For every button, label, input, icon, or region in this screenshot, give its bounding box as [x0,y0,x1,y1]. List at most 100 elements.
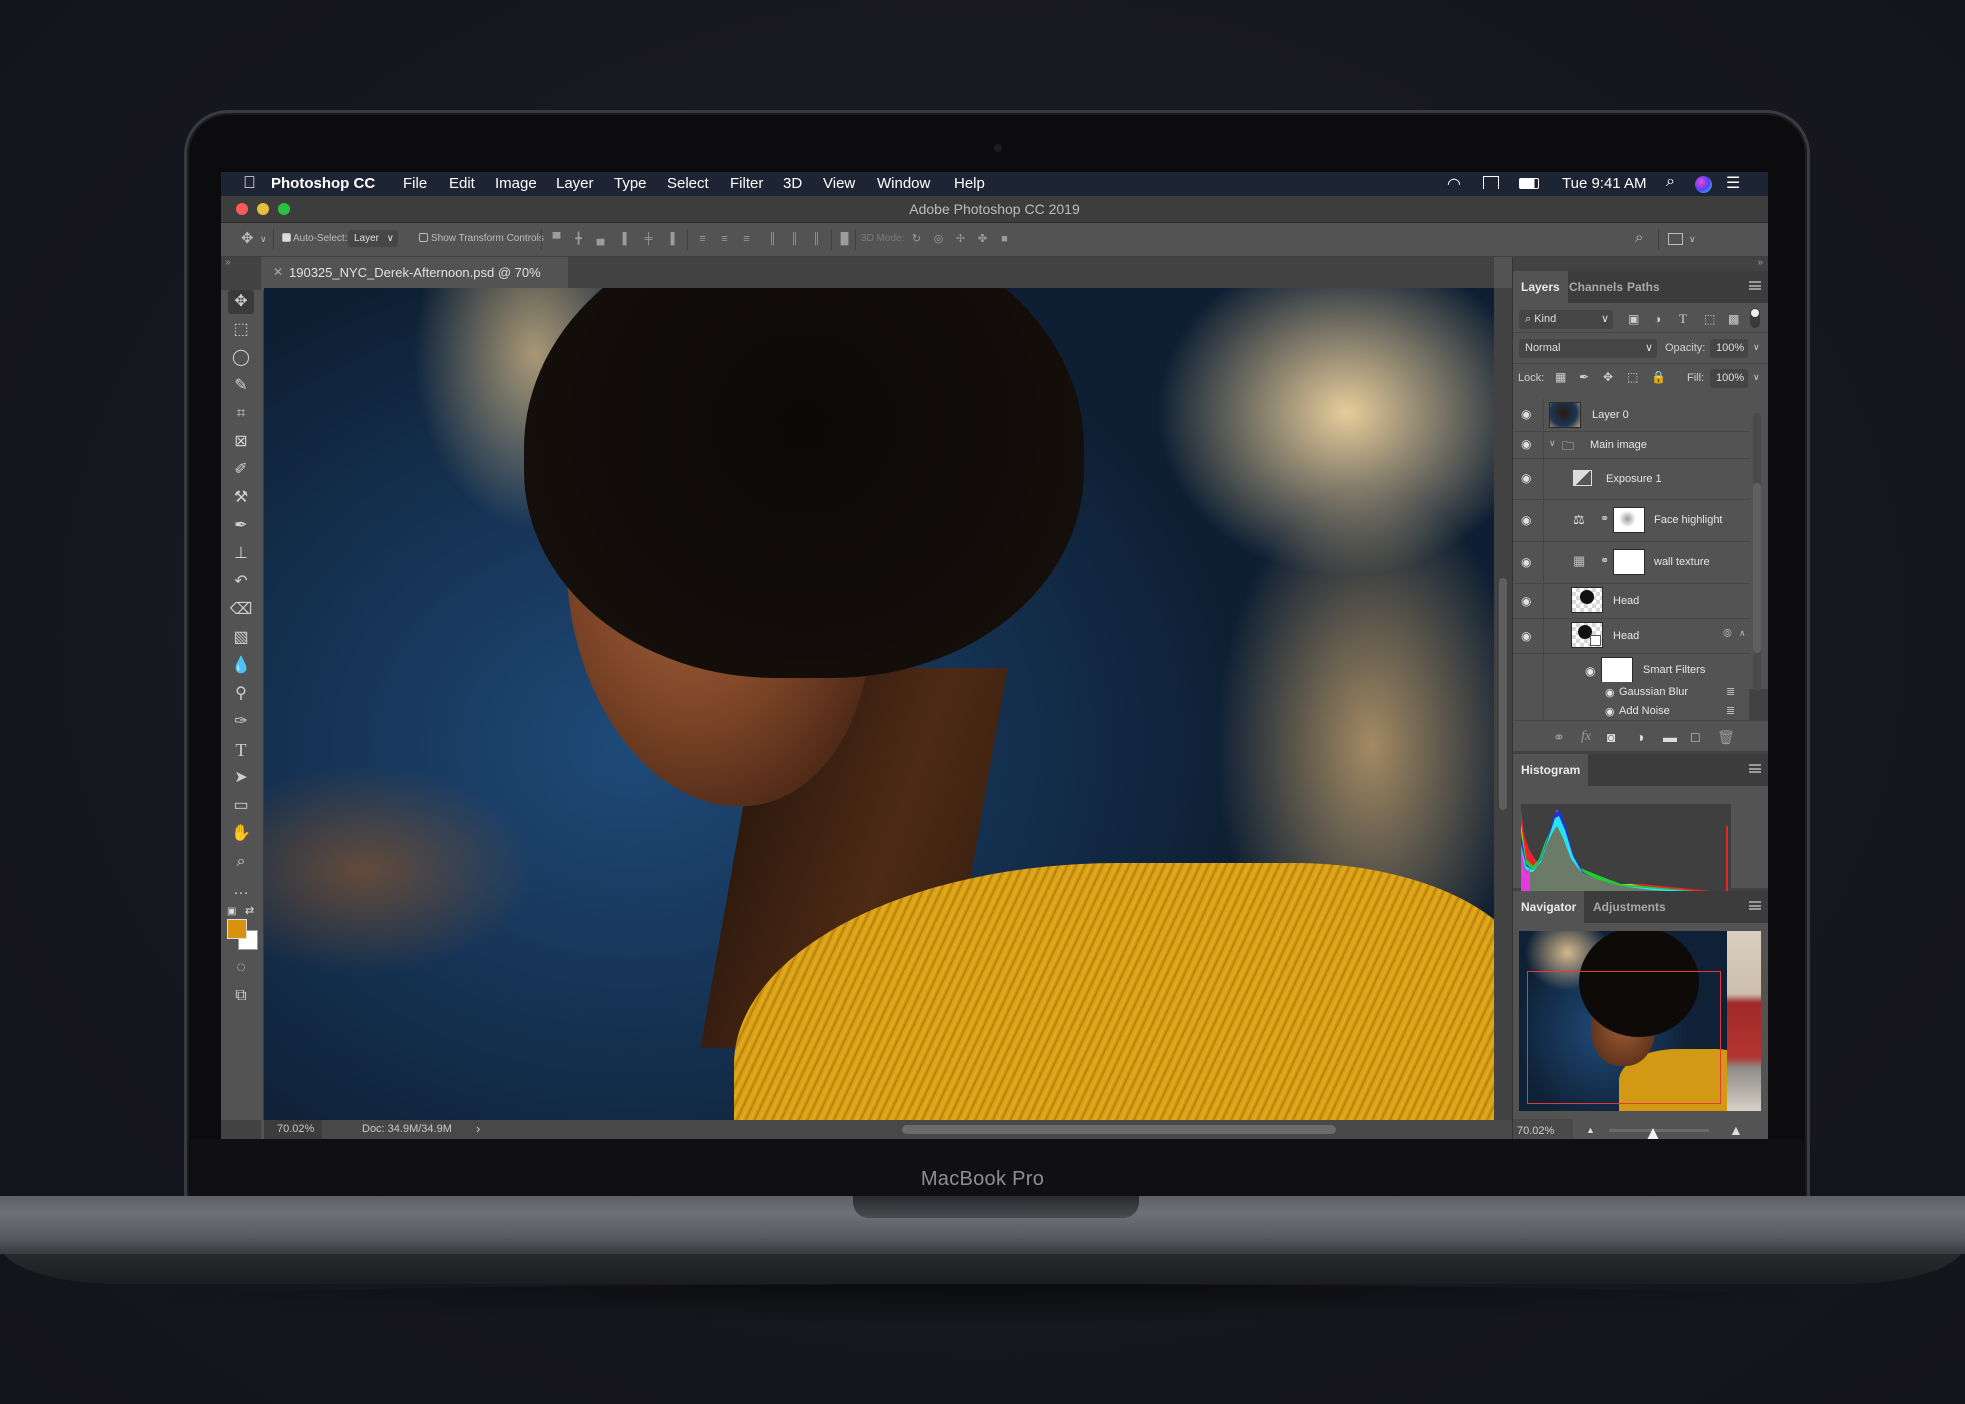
eraser-tool[interactable]: ⌫ [228,598,254,622]
group-expand-chevron-icon[interactable]: ∨ [1549,438,1556,449]
menu-layer[interactable]: Layer [556,175,594,192]
crop-tool[interactable]: ⌗ [228,402,254,426]
spotlight-icon[interactable]: ⌕ [1666,173,1675,191]
quick-mask-icon[interactable]: ◌ [228,956,254,980]
image-canvas[interactable] [264,288,1494,1120]
align-bottom-icon[interactable]: ▄ [595,233,606,245]
tab-navigator[interactable]: Navigator [1513,891,1585,923]
blur-tool[interactable]: 💧 [228,654,254,678]
layer-row[interactable]: ◉ ⚖ ⚭ Face highlight [1513,500,1749,542]
visibility-eye-icon[interactable]: ◉ [1521,630,1535,642]
visibility-eye-icon[interactable]: ◉ [1521,514,1535,526]
lasso-tool[interactable]: ◯ [228,346,254,370]
mask-link-icon[interactable]: ⚭ [1600,512,1609,525]
fill-field[interactable]: 100% [1710,369,1748,388]
align-hcenter-icon[interactable]: ╪ [643,233,654,245]
layer-style-fx-icon[interactable]: fx [1581,729,1591,745]
layer-filter-dropdown[interactable]: ⌕ Kind ∨ [1519,310,1613,329]
visibility-eye-icon[interactable]: ◉ [1521,472,1535,484]
align-left-icon[interactable]: ▌ [621,233,632,245]
navigator-zoom-slider-knob[interactable] [1647,1128,1659,1139]
tab-paths[interactable]: Paths [1619,271,1668,303]
filter-blending-options-icon[interactable]: ≣ [1726,685,1735,698]
navigator-preview[interactable] [1519,931,1761,1111]
navigator-view-box[interactable] [1527,971,1721,1104]
menu-file[interactable]: File [403,175,427,192]
3d-pan-icon[interactable]: ✢ [955,233,966,245]
move-tool[interactable]: ✥ [228,290,254,314]
quick-selection-tool[interactable]: ✎ [228,374,254,398]
zoom-out-icon[interactable]: ▲ [1586,1125,1595,1135]
lock-artboard-icon[interactable]: ⬚ [1627,370,1638,384]
pen-tool[interactable]: ✑ [228,710,254,734]
menu-filter[interactable]: Filter [730,175,763,192]
distribute-hcenter-icon[interactable]: ║ [789,233,800,245]
vertical-scrollbar[interactable] [1494,288,1512,1120]
align-top-icon[interactable]: ▀ [551,233,562,245]
close-tab-icon[interactable]: ✕ [273,257,283,288]
delete-layer-icon[interactable]: 🗑 [1717,729,1735,746]
gradient-tool[interactable]: ▧ [228,626,254,650]
document-tab[interactable]: ✕ 190325_NYC_Derek-Afternoon.psd @ 70% (… [264,257,568,311]
history-brush-tool[interactable]: ↶ [228,570,254,594]
status-menu-arrow-icon[interactable]: › [476,1121,480,1136]
panel-menu-icon[interactable] [1749,281,1761,290]
menu-select[interactable]: Select [667,175,709,192]
visibility-eye-icon[interactable]: ◉ [1585,664,1595,678]
apple-menu-icon[interactable]:  [243,173,256,193]
menu-view[interactable]: View [823,175,855,192]
filter-shape-icon[interactable]: ⬚ [1704,312,1715,326]
siri-icon[interactable] [1695,176,1712,193]
layer-row[interactable]: ◉ Head [1513,584,1749,619]
path-selection-tool[interactable]: ➤ [228,766,254,790]
lock-image-icon[interactable]: ✒ [1579,370,1589,384]
mask-link-icon[interactable]: ⚭ [1600,554,1609,567]
visibility-eye-icon[interactable]: ◉ [1605,686,1615,699]
visibility-eye-icon[interactable]: ◉ [1521,595,1535,607]
menu-image[interactable]: Image [495,175,537,192]
panel-menu-icon[interactable] [1749,901,1761,910]
menu-app-name[interactable]: Photoshop CC [271,175,375,192]
zoom-tool[interactable]: ⌕ [228,850,254,874]
filter-blending-options-icon[interactable]: ≣ [1726,704,1735,717]
foreground-color-swatch[interactable] [227,919,247,939]
collapse-effects-chevron-icon[interactable]: ∧ [1739,628,1746,639]
auto-align-icon[interactable]: █ [839,233,850,245]
tab-histogram[interactable]: Histogram [1513,754,1589,786]
panel-menu-icon[interactable] [1749,764,1761,773]
visibility-eye-icon[interactable]: ◉ [1521,438,1535,450]
menu-type[interactable]: Type [614,175,647,192]
layer-row[interactable]: ◉ ∨ 🗀 Main image [1513,432,1749,459]
smart-filters-mask-thumbnail[interactable] [1601,657,1633,683]
zoom-level-field[interactable]: 70.02% [264,1120,322,1139]
zoom-in-icon[interactable]: ▲ [1729,1122,1743,1138]
3d-roll-icon[interactable]: ◎ [933,233,944,245]
filter-type-icon[interactable]: T [1679,311,1687,327]
eyedropper-tool[interactable]: ✐ [228,458,254,482]
fill-dropdown-icon[interactable]: ∨ [1753,372,1760,383]
navigator-zoom-field[interactable]: 70.02% [1513,1119,1573,1139]
visibility-eye-icon[interactable]: ◉ [1521,556,1535,568]
layers-scrollbar[interactable] [1753,413,1761,691]
filter-toggle[interactable] [1750,308,1760,328]
wifi-icon[interactable]: ◠ [1447,174,1461,194]
distribute-top-icon[interactable]: ≡ [697,233,708,245]
menu-help[interactable]: Help [954,175,985,192]
lock-all-icon[interactable]: 🔒 [1651,370,1666,384]
navigator-zoom-slider[interactable] [1609,1129,1709,1132]
menu-edit[interactable]: Edit [449,175,475,192]
healing-brush-tool[interactable]: ⚒ [228,486,254,510]
frame-tool[interactable]: ⊠ [228,430,254,454]
visibility-eye-icon[interactable]: ◉ [1605,705,1615,718]
menu-3d[interactable]: 3D [783,175,802,192]
menu-clock[interactable]: Tue 9:41 AM [1562,175,1647,192]
link-layers-icon[interactable]: ⚭ [1553,729,1565,746]
default-colors-icon[interactable]: ▣ [227,906,236,917]
layer-row[interactable]: ◉ Head ⦾ ∧ [1513,619,1749,654]
lock-transparent-icon[interactable]: ▦ [1555,370,1566,384]
show-transform-checkbox[interactable] [419,233,428,242]
opacity-dropdown-icon[interactable]: ∨ [1753,342,1760,353]
brush-tool[interactable]: ✒ [228,514,254,538]
layer-row[interactable]: ◉ ▦ ⚭ wall texture [1513,542,1749,584]
new-adjustment-layer-icon[interactable]: ◑ [1636,729,1644,745]
